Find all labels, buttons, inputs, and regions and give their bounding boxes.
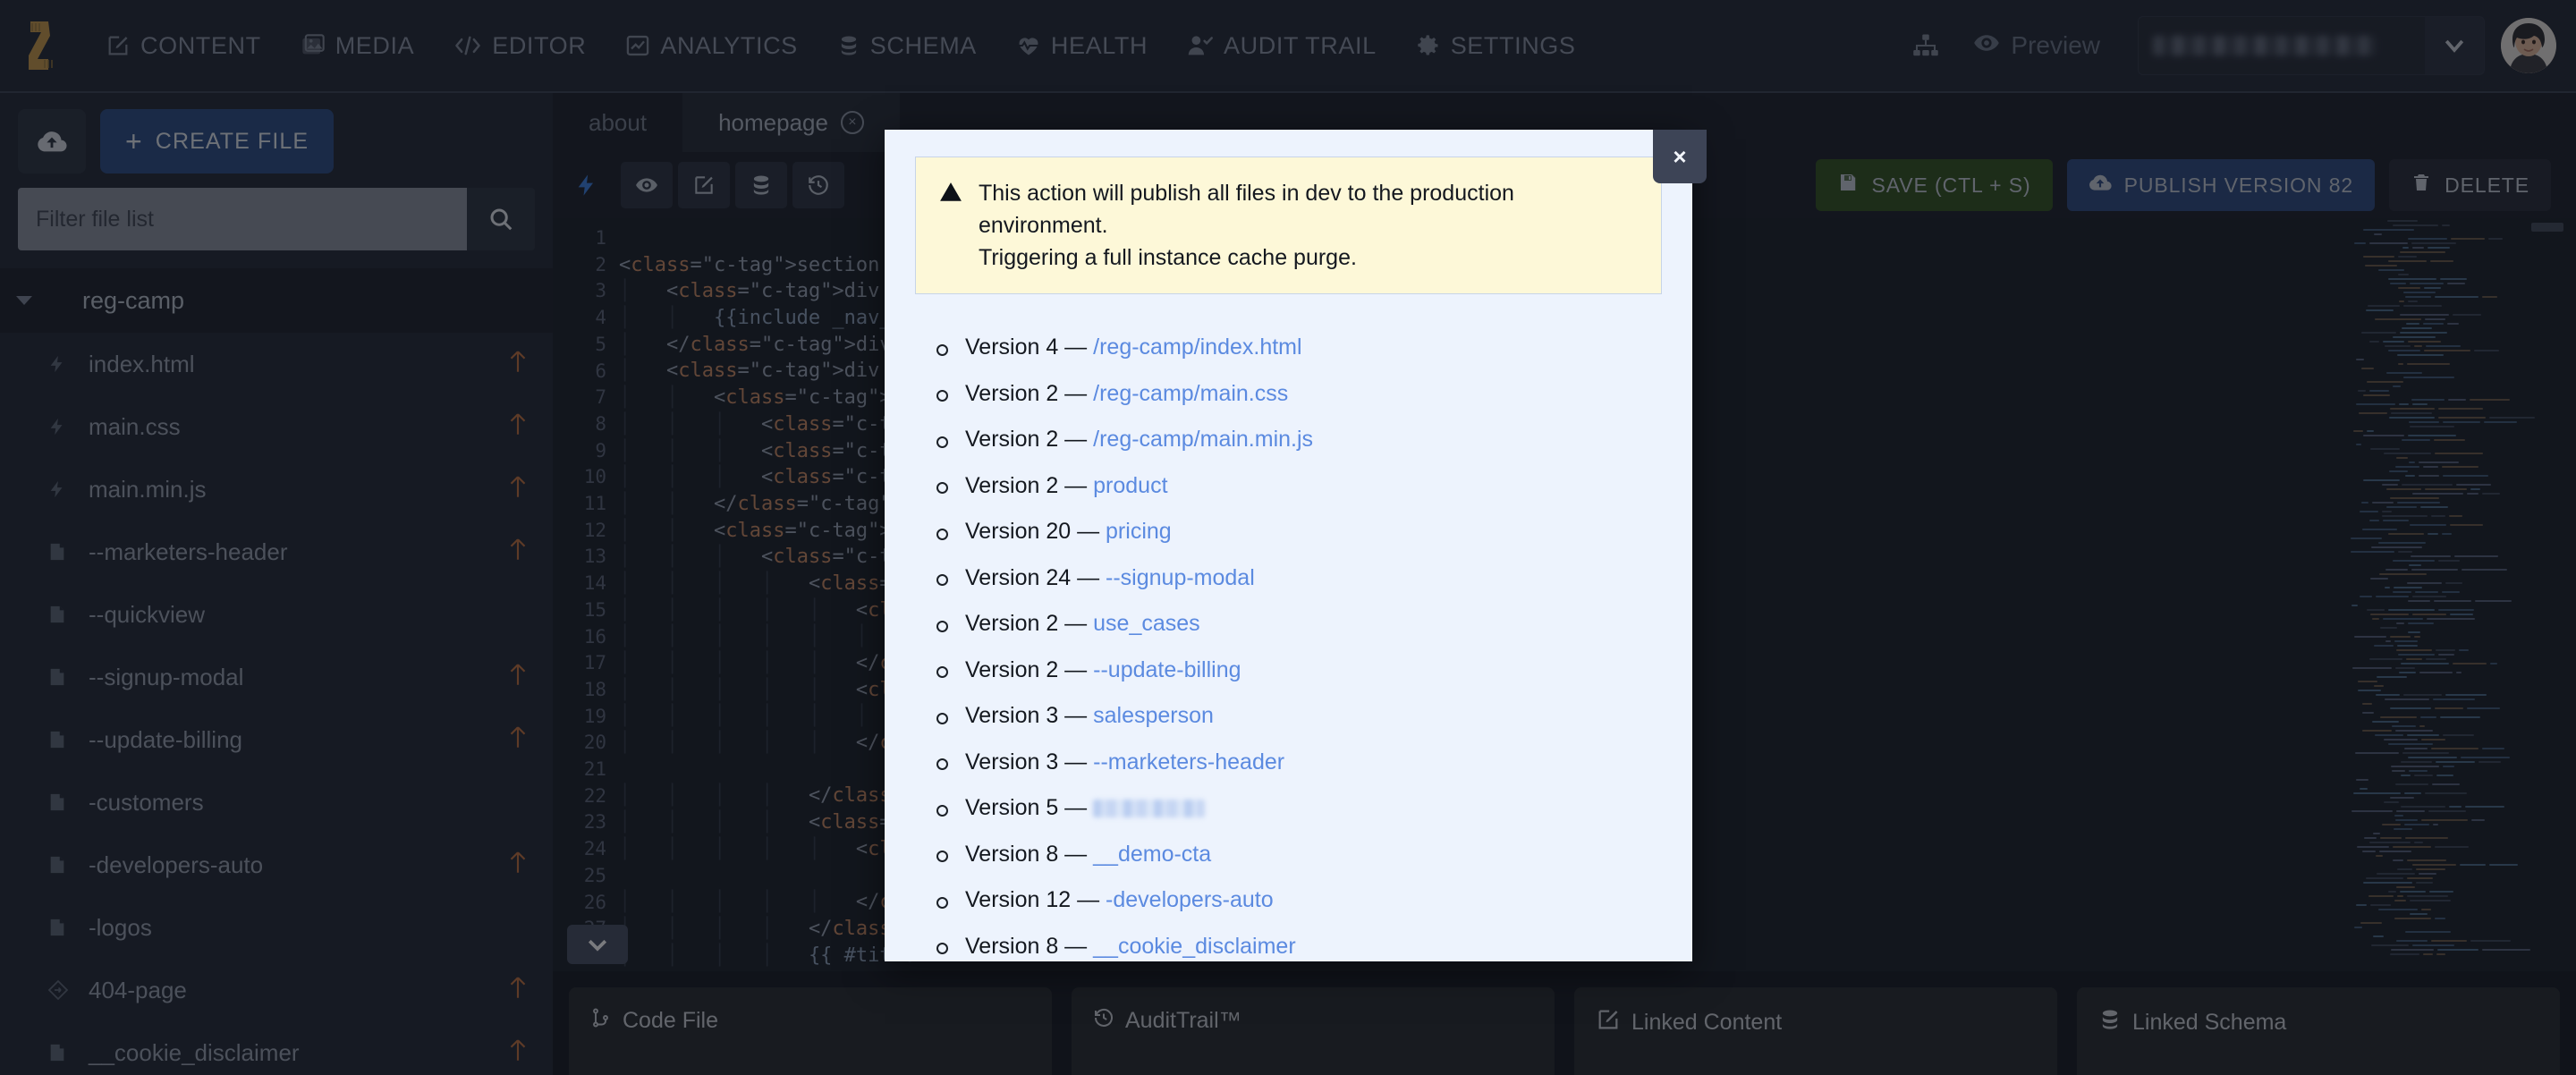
version-label: Version 5 — bbox=[965, 795, 1094, 821]
version-list-item: Version 2 — use_cases bbox=[936, 601, 1662, 648]
warning-line-1: This action will publish all files in de… bbox=[979, 181, 1514, 238]
version-label: Version 2 — bbox=[965, 472, 1094, 498]
version-label: Version 2 — bbox=[965, 427, 1094, 453]
version-label: Version 20 — bbox=[965, 519, 1106, 545]
version-link[interactable]: product bbox=[1093, 473, 1167, 499]
version-label: Version 2 — bbox=[965, 380, 1094, 406]
version-label: Version 4 — bbox=[965, 334, 1094, 360]
version-label: Version 3 — bbox=[965, 703, 1094, 729]
version-list-item: Version 5 — bbox=[936, 785, 1662, 832]
version-link[interactable]: pricing bbox=[1106, 519, 1172, 545]
version-link-redacted[interactable] bbox=[1093, 799, 1206, 817]
version-list-item: Version 8 — __cookie_disclaimer bbox=[936, 924, 1662, 962]
version-link[interactable]: /reg-camp/main.css bbox=[1093, 381, 1288, 407]
version-link[interactable]: __cookie_disclaimer bbox=[1093, 934, 1296, 960]
version-label: Version 2 — bbox=[965, 656, 1094, 682]
version-label: Version 3 — bbox=[965, 749, 1094, 775]
version-link[interactable]: salesperson bbox=[1093, 703, 1214, 729]
version-list-item: Version 8 — __demo-cta bbox=[936, 832, 1662, 878]
version-label: Version 12 — bbox=[965, 887, 1106, 913]
version-link[interactable]: -developers-auto bbox=[1106, 887, 1274, 913]
warning-line-2: Triggering a full instance cache purge. bbox=[979, 245, 1357, 270]
version-list-item: Version 3 — salesperson bbox=[936, 693, 1662, 740]
version-list-item: Version 4 — /reg-camp/index.html bbox=[936, 325, 1662, 371]
version-label: Version 2 — bbox=[965, 611, 1094, 637]
version-list-item: Version 12 — -developers-auto bbox=[936, 877, 1662, 924]
close-modal-button[interactable]: × bbox=[1653, 130, 1707, 183]
version-list-item: Version 3 — --marketers-header bbox=[936, 740, 1662, 786]
version-list-item: Version 2 — /reg-camp/main.min.js bbox=[936, 417, 1662, 463]
version-link[interactable]: use_cases bbox=[1093, 611, 1200, 637]
version-list-item: Version 2 — product bbox=[936, 463, 1662, 510]
version-link[interactable]: __demo-cta bbox=[1093, 842, 1211, 868]
version-list-item: Version 2 — --update-billing bbox=[936, 648, 1662, 694]
warning-banner: This action will publish all files in de… bbox=[915, 157, 1662, 294]
app-root: CONTENTMEDIAEDITORANALYTICSSCHEMAHEALTHA… bbox=[0, 0, 2576, 1075]
close-icon: × bbox=[1673, 142, 1687, 170]
version-link[interactable]: /reg-camp/index.html bbox=[1093, 334, 1301, 360]
version-list-item: Version 2 — /reg-camp/main.css bbox=[936, 371, 1662, 418]
version-list-item: Version 20 — pricing bbox=[936, 509, 1662, 555]
version-label: Version 24 — bbox=[965, 564, 1106, 590]
version-link[interactable]: --update-billing bbox=[1093, 657, 1241, 683]
version-link[interactable]: --signup-modal bbox=[1106, 565, 1255, 591]
warning-triangle-icon bbox=[939, 181, 962, 208]
version-label: Version 8 — bbox=[965, 933, 1094, 959]
publish-confirmation-modal: This action will publish all files in de… bbox=[885, 130, 1692, 961]
warning-text: This action will publish all files in de… bbox=[979, 177, 1638, 274]
version-list: Version 4 — /reg-camp/index.html Version … bbox=[915, 325, 1662, 961]
version-list-item: Version 24 — --signup-modal bbox=[936, 555, 1662, 602]
version-label: Version 8 — bbox=[965, 841, 1094, 867]
version-link[interactable]: --marketers-header bbox=[1093, 749, 1284, 775]
version-link[interactable]: /reg-camp/main.min.js bbox=[1093, 427, 1313, 453]
